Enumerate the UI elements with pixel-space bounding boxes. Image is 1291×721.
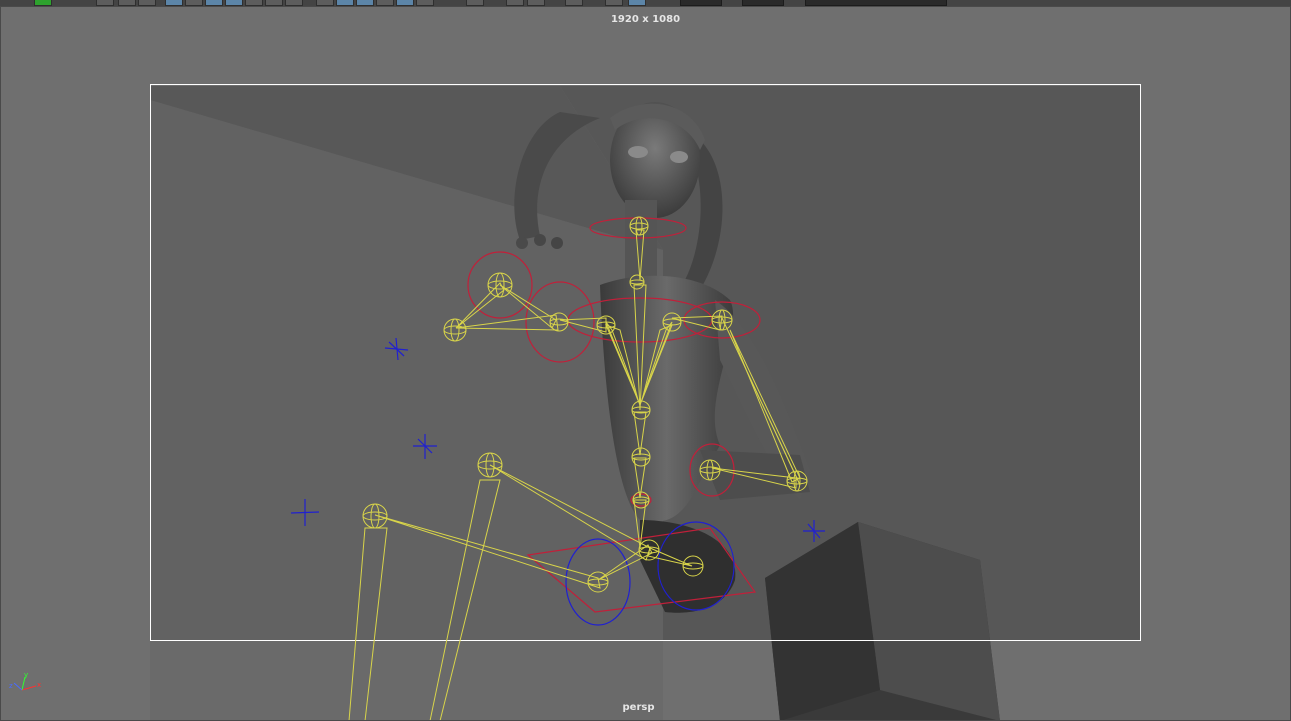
resolution-label: 1920 x 1080 [610, 14, 681, 25]
camera-name-label: persp [622, 702, 655, 713]
viewport-scene[interactable]: x y z [0, 0, 1291, 721]
z-axis-label: z [9, 682, 13, 690]
x-axis-label: x [37, 681, 41, 689]
y-axis-label: y [24, 671, 28, 679]
